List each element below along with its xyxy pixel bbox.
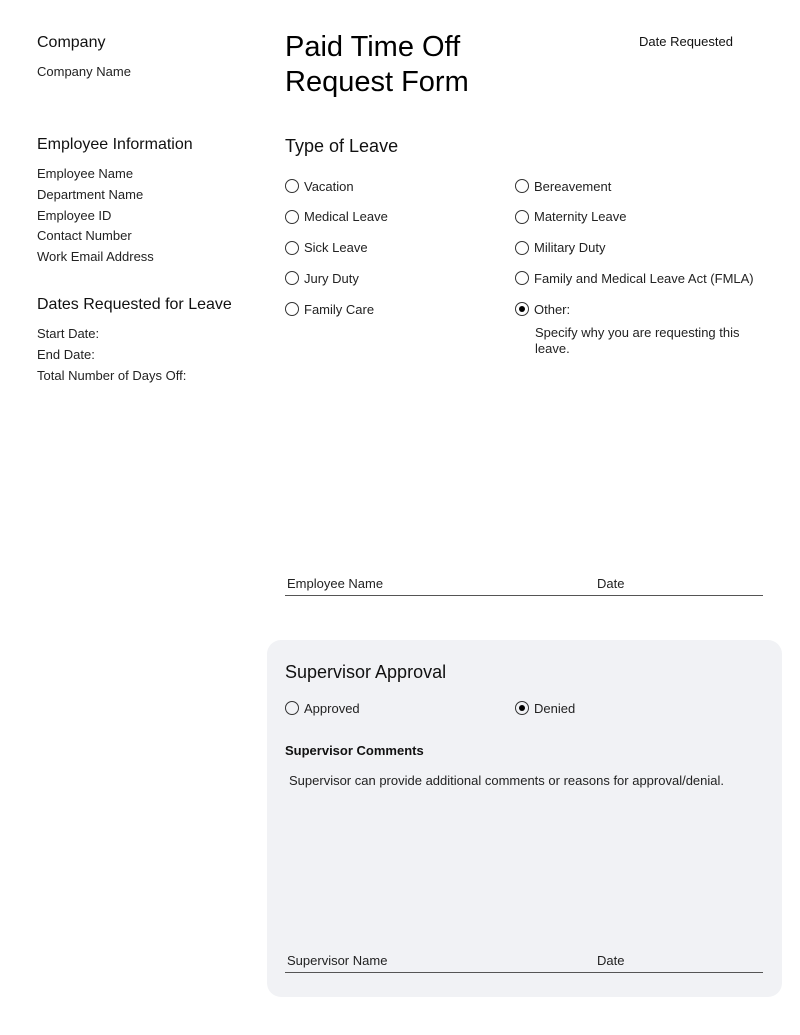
end-date-field[interactable]: End Date: — [37, 347, 186, 368]
approval-option-label: Denied — [534, 700, 576, 716]
employee-signature-name-label: Employee Name — [287, 576, 384, 591]
total-days-off-field[interactable]: Total Number of Days Off: — [37, 368, 186, 389]
leave-option-vacation[interactable]: Vacation — [285, 178, 388, 194]
leave-option-maternity-leave[interactable]: Maternity Leave — [515, 209, 754, 225]
radio-button[interactable] — [515, 271, 529, 286]
approval-option-approved[interactable]: Approved — [285, 700, 360, 716]
dates-requested-fields: Start Date: End Date: Total Number of Da… — [37, 326, 186, 388]
leave-option-label: Family Care — [304, 301, 375, 317]
leave-option-label: Military Duty — [534, 240, 606, 256]
page-title: Paid Time Off Request Form — [285, 30, 469, 100]
leave-option-label: Bereavement — [534, 178, 612, 194]
type-of-leave-heading: Type of Leave — [285, 136, 399, 156]
work-email-field[interactable]: Work Email Address — [37, 249, 154, 270]
department-name-field[interactable]: Department Name — [37, 187, 154, 208]
employee-signature-line[interactable]: Employee Name Date — [285, 575, 763, 596]
radio-button[interactable] — [515, 209, 529, 224]
radio-button[interactable] — [285, 240, 299, 255]
leave-option-other[interactable]: Other: — [515, 301, 754, 317]
supervisor-signature-line[interactable]: Supervisor Name Date — [285, 952, 763, 973]
company-name-field[interactable]: Company Name — [37, 64, 131, 79]
other-reason-field[interactable]: Specify why you are requesting this leav… — [535, 325, 765, 357]
radio-button[interactable] — [515, 302, 529, 317]
approval-option-label: Approved — [304, 700, 360, 716]
leave-option-bereavement[interactable]: Bereavement — [515, 178, 754, 194]
approval-option-denied[interactable]: Denied — [515, 700, 575, 716]
employee-name-field[interactable]: Employee Name — [37, 166, 154, 187]
employee-id-field[interactable]: Employee ID — [37, 208, 154, 229]
contact-number-field[interactable]: Contact Number — [37, 228, 154, 249]
radio-button[interactable] — [285, 302, 299, 317]
leave-option-label: Medical Leave — [304, 209, 388, 225]
supervisor-approval-heading: Supervisor Approval — [285, 662, 447, 682]
employee-signature-date-label: Date — [597, 576, 625, 591]
leave-option-label: Family and Medical Leave Act (FMLA) — [534, 270, 754, 286]
leave-option-label: Maternity Leave — [534, 209, 627, 225]
company-heading: Company — [37, 34, 106, 51]
leave-option-fmla[interactable]: Family and Medical Leave Act (FMLA) — [515, 270, 754, 286]
employee-info-heading: Employee Information — [37, 136, 193, 153]
leave-option-label: Sick Leave — [304, 240, 368, 256]
radio-button[interactable] — [515, 701, 529, 715]
leave-option-family-care[interactable]: Family Care — [285, 301, 388, 317]
supervisor-signature-date-label: Date — [597, 953, 625, 968]
title-line-2: Request Form — [285, 66, 469, 98]
leave-option-sick-leave[interactable]: Sick Leave — [285, 240, 388, 256]
leave-option-jury-duty[interactable]: Jury Duty — [285, 270, 388, 286]
radio-button[interactable] — [285, 179, 299, 193]
supervisor-comments-heading: Supervisor Comments — [285, 743, 424, 758]
title-line-1: Paid Time Off — [285, 31, 461, 63]
employee-info-fields: Employee Name Department Name Employee I… — [37, 166, 154, 270]
leave-option-label: Vacation — [304, 178, 354, 194]
supervisor-comments-field[interactable]: Supervisor can provide additional commen… — [289, 773, 724, 788]
leave-option-label: Jury Duty — [304, 270, 359, 286]
radio-button[interactable] — [285, 701, 299, 715]
radio-button[interactable] — [285, 271, 299, 286]
dates-requested-heading: Dates Requested for Leave — [37, 296, 232, 313]
supervisor-approval-panel — [267, 640, 782, 997]
leave-options-right: Bereavement Maternity Leave Military Dut… — [515, 178, 754, 332]
leave-option-label: Other: — [534, 301, 571, 317]
leave-option-medical-leave[interactable]: Medical Leave — [285, 209, 388, 225]
date-requested-field[interactable]: Date Requested — [639, 34, 733, 49]
leave-options-left: Vacation Medical Leave Sick Leave Jury D… — [285, 178, 388, 332]
radio-button[interactable] — [515, 179, 529, 193]
supervisor-signature-name-label: Supervisor Name — [287, 953, 388, 968]
radio-button[interactable] — [285, 209, 299, 224]
start-date-field[interactable]: Start Date: — [37, 326, 186, 347]
leave-option-military-duty[interactable]: Military Duty — [515, 240, 754, 256]
radio-button[interactable] — [515, 240, 529, 255]
